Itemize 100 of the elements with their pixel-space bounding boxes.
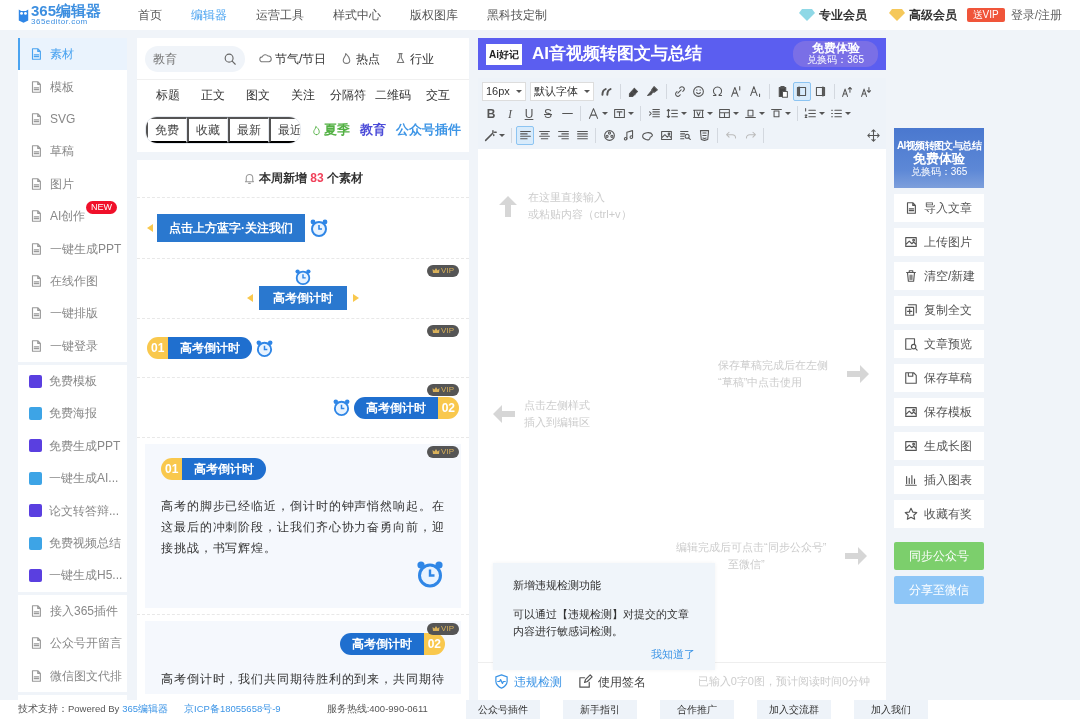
document-icon	[29, 241, 43, 256]
align-right-icon	[556, 129, 570, 142]
vip-badge: VIP	[427, 623, 459, 636]
sidebar-item[interactable]: 免费海报	[18, 397, 127, 430]
sidebar-item[interactable]: 草稿	[18, 135, 127, 168]
crown-icon	[432, 448, 441, 457]
nav-link[interactable]: 样式中心	[333, 6, 381, 24]
image-icon	[659, 129, 673, 142]
nav-link[interactable]: 首页	[138, 6, 162, 24]
category-tab[interactable]: 交互	[415, 86, 461, 104]
new-badge: NEW	[86, 200, 117, 214]
category-tab[interactable]: 二维码	[370, 86, 416, 104]
tool-button[interactable]: 收藏有奖	[894, 500, 984, 528]
document-icon	[29, 209, 43, 224]
member-link[interactable]: 专业会员	[818, 6, 867, 24]
nav-link[interactable]: 黑科技定制	[487, 6, 547, 24]
template-card[interactable]: VIP 01 高考倒计时 高考的脚步已经临近，倒计时的钟声悄然响起。在这最后的冲刺阶段，让我们齐心协力奋勇向前，迎接挑战，书写辉煌。	[145, 444, 461, 609]
filter-button[interactable]: 最新	[228, 117, 269, 143]
tool-button[interactable]: 插入图表	[894, 466, 984, 494]
toolbar-button[interactable]	[792, 82, 811, 101]
filter-button[interactable]: 收藏	[187, 117, 228, 143]
category-link[interactable]: 行业	[394, 49, 435, 68]
promo-ad[interactable]: AI视频转图文与总结 免费体验 兑换码：365	[894, 128, 984, 188]
line-height-icon	[666, 107, 679, 120]
alarm-clock-icon	[294, 267, 312, 286]
sidebar-item[interactable]: 一键生成AI...	[18, 462, 127, 495]
format-button[interactable]: U	[520, 104, 538, 123]
sidebar-item[interactable]: 免费模板	[18, 364, 127, 398]
category-link[interactable]: 热点	[340, 49, 381, 68]
template-card[interactable]: VIP 高考倒计时 02 高考倒计时，我们共同期待胜利的到来，共同期待	[145, 621, 461, 695]
title-pill: 高考倒计时	[353, 396, 438, 419]
sidebar-item[interactable]: 论文转答辩...	[18, 494, 127, 527]
ul-icon	[830, 107, 843, 120]
signature-link[interactable]: 使用签名	[578, 672, 646, 691]
sidebar-item[interactable]: 公众号开留言	[18, 627, 127, 660]
save-icon	[904, 371, 918, 385]
category-tab[interactable]: 正文	[190, 86, 236, 104]
font-down-icon	[860, 85, 874, 98]
flame-icon	[311, 124, 322, 136]
search-field[interactable]: 教育	[145, 45, 245, 72]
align-bottom-icon	[744, 107, 757, 120]
footer-button[interactable]: 合作推广	[659, 700, 734, 719]
document-icon	[29, 603, 43, 618]
sidebar-item[interactable]: 免费生成PPT	[18, 429, 127, 463]
format-button[interactable]: B	[482, 104, 500, 123]
tool-button[interactable]: 生成长图	[894, 432, 984, 460]
justify-icon	[575, 129, 589, 142]
nav-link[interactable]: 版权图库	[410, 6, 458, 24]
footer-button[interactable]: 加入交流群	[756, 700, 831, 719]
font-color-icon	[587, 107, 600, 120]
sidebar-item[interactable]: 微信图文代排	[18, 659, 127, 692]
sidebar-item[interactable]: 图片	[18, 167, 127, 200]
member-link[interactable]: 高级会员	[908, 6, 957, 24]
sidebar-item[interactable]: 免费视频总结	[18, 526, 127, 560]
logo-subtitle: 365editor.com	[31, 18, 88, 26]
trial-button[interactable]: 免费体验 兑换码：365	[793, 41, 878, 67]
footer-button[interactable]: 公众号插件	[465, 700, 540, 719]
indent-icon	[647, 107, 661, 120]
shield-icon	[494, 674, 509, 689]
sidebar-item[interactable]: 接入365插件	[18, 594, 127, 628]
footer-button[interactable]: 加入我们	[853, 700, 928, 719]
tag-link[interactable]: 教育	[360, 120, 386, 140]
filter-button[interactable]: 免费	[146, 117, 187, 143]
sidebar-item[interactable]: 一键生成PPT	[18, 232, 127, 265]
sidebar-item[interactable]: SVG	[18, 102, 127, 136]
redeem-code: 兑换码：365	[807, 54, 864, 66]
footer-button[interactable]: 新手指引	[562, 700, 637, 719]
category-tab[interactable]: 标题	[145, 86, 191, 104]
category-tab[interactable]: 分隔符	[325, 86, 371, 104]
toolbar-select[interactable]: 16px	[482, 82, 526, 101]
toolbar-button[interactable]	[864, 126, 882, 145]
vip-badge: VIP	[427, 446, 459, 459]
category-tab[interactable]: 关注	[280, 86, 326, 104]
tool-button[interactable]: 复制全文	[894, 296, 984, 324]
format-button[interactable]: S	[539, 104, 557, 123]
sidebar-item[interactable]: AI创作 NEW	[18, 199, 127, 233]
align-center-icon	[537, 129, 551, 142]
format-button[interactable]: I	[501, 104, 519, 123]
tool-button[interactable]: 导入文章	[894, 194, 984, 222]
promo-banner[interactable]: Ai好记 AI音视频转图文与总结 免费体验 兑换码：365	[478, 38, 886, 70]
toolbar-button[interactable]	[516, 126, 534, 145]
toolbar-select[interactable]: 默认字体	[529, 82, 594, 101]
undo-icon	[724, 129, 738, 142]
tool-button[interactable]: 清空/新建	[894, 262, 984, 290]
alarm-clock-icon	[255, 338, 275, 358]
sidebar-item[interactable]: 模板	[18, 70, 127, 103]
nav-link[interactable]: 运营工具	[256, 6, 304, 24]
tool-button[interactable]: 文章预览	[894, 330, 984, 358]
sidebar-item[interactable]: 一键生成H5...	[18, 559, 127, 592]
category-tab[interactable]: 图文	[235, 86, 281, 104]
tool-button[interactable]: 保存模板	[894, 398, 984, 426]
login-link[interactable]: 登录/注册	[1010, 6, 1062, 24]
tool-button[interactable]: 保存草稿	[894, 364, 984, 392]
tool-button[interactable]: 上传图片	[894, 228, 984, 256]
sidebar-item[interactable]: 一键登录	[18, 329, 127, 362]
category-link[interactable]: 节气/节日	[259, 49, 327, 68]
brush-icon	[646, 85, 660, 98]
sidebar-item[interactable]: 一键排版	[18, 297, 127, 330]
banner-title: AI音视频转图文与总结	[532, 43, 702, 66]
sidebar-item[interactable]: 在线作图	[18, 264, 127, 298]
